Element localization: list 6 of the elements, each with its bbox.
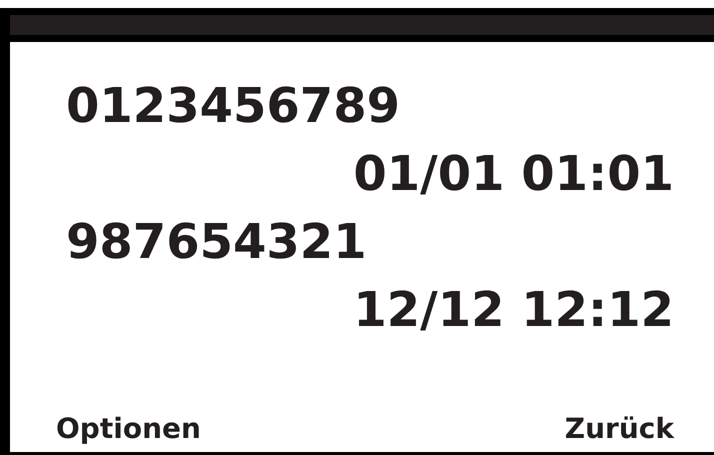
call-datetime: 12/12 12:12 [352, 281, 674, 340]
phone-number: 0123456789 [66, 77, 401, 136]
call-datetime: 01/01 01:01 [352, 145, 674, 204]
back-softkey[interactable]: Zurück [564, 412, 674, 444]
phone-number: 987654321 [66, 213, 368, 272]
options-softkey[interactable]: Optionen [56, 412, 201, 444]
